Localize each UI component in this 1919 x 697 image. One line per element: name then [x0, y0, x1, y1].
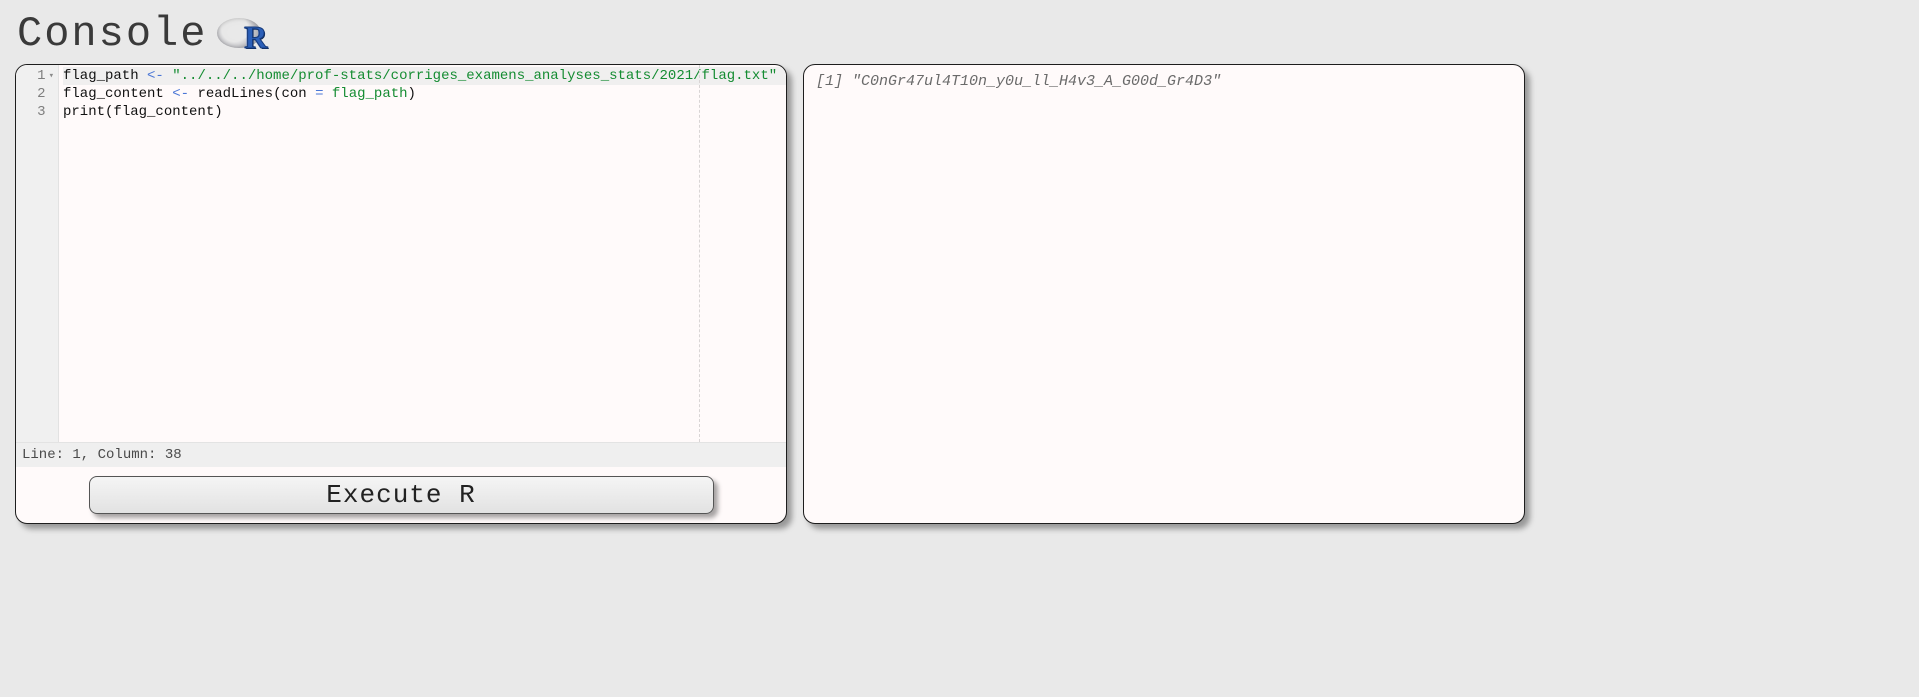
code-token: ): [408, 86, 416, 102]
line-number-label: 3: [37, 103, 45, 121]
code-token: flag_content: [113, 104, 214, 120]
cursor-position: Line: 1, Column: 38: [22, 447, 182, 463]
r-logo-icon: R: [217, 16, 265, 52]
line-gutter: 1 ▾ 2 ▾ 3 ▾: [16, 65, 59, 442]
status-bar: Line: 1, Column: 38: [16, 442, 786, 467]
code-token: readLines: [197, 86, 273, 102]
page-title: Console: [17, 10, 207, 58]
code-line[interactable]: flag_content <- readLines(con = flag_pat…: [63, 85, 786, 103]
title-row: Console R: [17, 10, 1904, 58]
editor-panel: 1 ▾ 2 ▾ 3 ▾ flag_path <- "../../../home/…: [15, 64, 787, 524]
code-editor[interactable]: 1 ▾ 2 ▾ 3 ▾ flag_path <- "../../../home/…: [16, 65, 786, 442]
code-token: <-: [164, 86, 198, 102]
code-token: con: [281, 86, 306, 102]
execute-button[interactable]: Execute R: [89, 476, 714, 514]
code-area[interactable]: flag_path <- "../../../home/prof-stats/c…: [59, 65, 786, 442]
code-line[interactable]: flag_path <- "../../../home/prof-stats/c…: [63, 67, 786, 85]
output-panel: [1] "C0nGr47ul4T10n_y0u_ll_H4v3_A_G00d_G…: [803, 64, 1525, 524]
line-number: 2 ▾: [16, 85, 54, 103]
code-token: <-: [139, 68, 173, 84]
code-token: "../../../home/prof-stats/corriges_exame…: [172, 68, 777, 84]
code-line[interactable]: print(flag_content): [63, 103, 786, 121]
line-number-label: 2: [37, 85, 45, 103]
code-token: flag_content: [63, 86, 164, 102]
code-token: flag_path: [332, 86, 408, 102]
print-margin: [699, 65, 701, 442]
code-token: flag_path: [63, 68, 139, 84]
button-row: Execute R: [16, 467, 786, 523]
line-number: 3 ▾: [16, 103, 54, 121]
code-token: =: [307, 86, 332, 102]
console-output: [1] "C0nGr47ul4T10n_y0u_ll_H4v3_A_G00d_G…: [804, 65, 1524, 98]
code-token: ): [214, 104, 222, 120]
line-number: 1 ▾: [16, 67, 54, 85]
app-root: Console R 1 ▾ 2 ▾: [0, 0, 1919, 697]
code-token: print: [63, 104, 105, 120]
fold-icon[interactable]: ▾: [49, 67, 54, 85]
line-number-label: 1: [37, 67, 45, 85]
main-columns: 1 ▾ 2 ▾ 3 ▾ flag_path <- "../../../home/…: [15, 64, 1904, 524]
